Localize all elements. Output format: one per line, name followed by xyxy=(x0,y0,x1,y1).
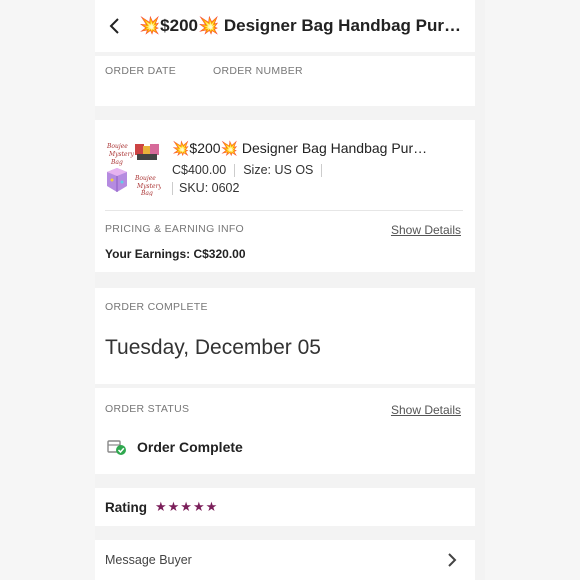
rating-card: Rating ★★★★★ xyxy=(95,488,475,526)
page-title: 💥$200💥 Designer Bag Handbag Purse… xyxy=(139,16,465,35)
divider xyxy=(321,164,323,178)
product-sku: SKU: 0602 xyxy=(179,181,240,195)
product-size: Size: US OS xyxy=(243,163,314,177)
status-show-details-link[interactable]: Show Details xyxy=(391,403,461,417)
svg-text:Boujee: Boujee xyxy=(106,143,128,150)
pricing-label: PRICING & EARNING INFO xyxy=(105,223,245,235)
order-detail-screen: 💥$200💥 Designer Bag Handbag Purse… ORDER… xyxy=(95,0,485,580)
divider xyxy=(105,210,463,211)
product-thumbnails[interactable]: Boujee Mystery Bag Boujee Mystery Bag xyxy=(105,138,162,197)
order-status-text: Order Complete xyxy=(137,439,243,455)
back-button[interactable] xyxy=(95,0,135,52)
svg-text:Bag: Bag xyxy=(110,159,123,166)
package-check-icon xyxy=(107,440,126,455)
divider xyxy=(234,164,236,178)
header-bar: 💥$200💥 Designer Bag Handbag Purse… xyxy=(95,0,475,52)
rating-stars: ★★★★★ xyxy=(155,499,219,514)
svg-text:Mystery: Mystery xyxy=(136,183,161,190)
pricing-show-details-link[interactable]: Show Details xyxy=(391,223,461,237)
order-date-label: ORDER DATE xyxy=(105,65,177,77)
svg-text:Boujee: Boujee xyxy=(134,175,156,182)
product-price: C$400.00 xyxy=(172,163,227,177)
divider xyxy=(172,182,173,196)
svg-text:Mystery: Mystery xyxy=(108,151,134,158)
product-sku-row: SKU: 0602 xyxy=(172,181,240,196)
order-complete-card: ORDER COMPLETE Tuesday, December 05 xyxy=(95,288,475,384)
svg-text:Bag: Bag xyxy=(140,190,153,196)
your-earnings: Your Earnings: C$320.00 xyxy=(105,247,246,261)
message-buyer-row[interactable]: Message Buyer xyxy=(95,540,475,580)
chevron-left-icon xyxy=(109,18,119,34)
rating-label: Rating xyxy=(105,499,147,515)
order-meta: ORDER DATE ORDER NUMBER xyxy=(95,56,475,106)
product-name[interactable]: 💥$200💥 Designer Bag Handbag Pur… xyxy=(172,140,472,157)
product-image: Boujee Mystery Bag Boujee Mystery Bag xyxy=(105,138,162,197)
product-price-size: C$400.00 Size: US OS xyxy=(172,163,330,178)
order-status-label: ORDER STATUS xyxy=(105,403,190,415)
order-number-label: ORDER NUMBER xyxy=(213,65,303,77)
message-buyer-label: Message Buyer xyxy=(105,553,192,567)
order-status-card: ORDER STATUS Show Details Order Complete xyxy=(95,388,475,474)
order-complete-date: Tuesday, December 05 xyxy=(105,336,321,359)
status-row: Order Complete xyxy=(107,438,243,456)
order-complete-label: ORDER COMPLETE xyxy=(105,301,208,313)
chevron-right-icon xyxy=(448,553,457,567)
product-card: Boujee Mystery Bag Boujee Mystery Bag 💥$… xyxy=(95,120,475,272)
